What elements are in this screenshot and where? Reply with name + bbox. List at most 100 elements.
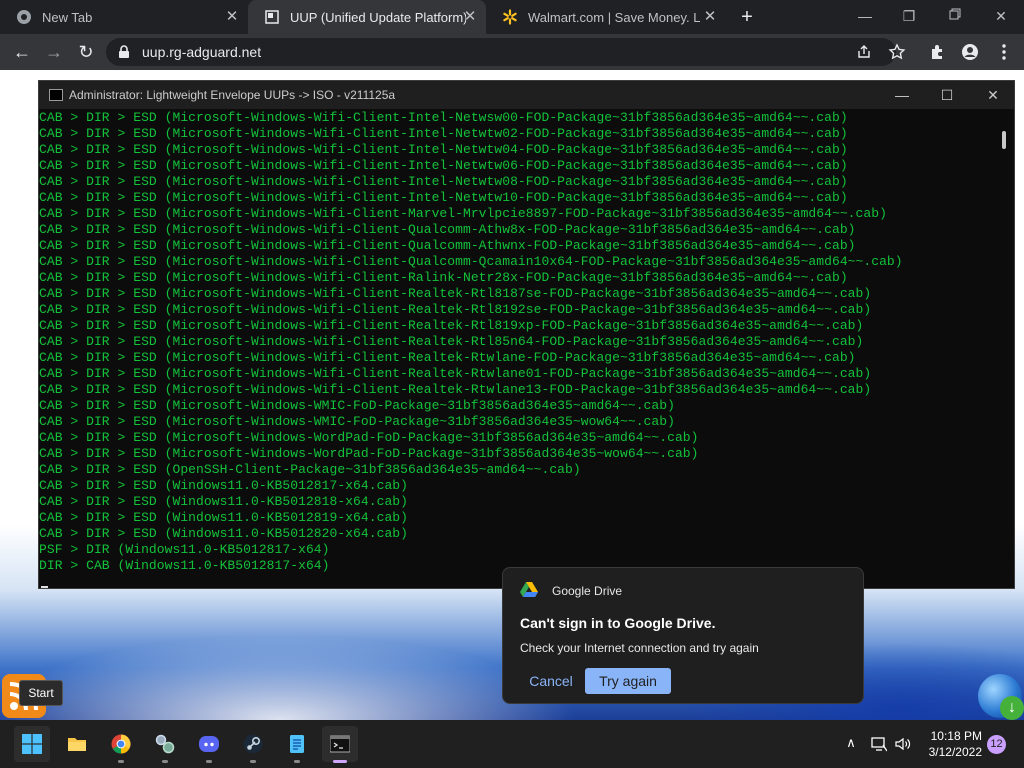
active-indicator	[333, 760, 347, 763]
taskbar-chrome[interactable]	[103, 726, 139, 763]
console-output[interactable]: CAB > DIR > ESD (Microsoft-Windows-Wifi-…	[39, 109, 997, 588]
notification-count-badge[interactable]: 12	[987, 735, 1006, 754]
console-line: CAB > DIR > ESD (Microsoft-Windows-WMIC-…	[39, 398, 675, 413]
network-icon[interactable]	[871, 736, 887, 752]
share-icon[interactable]	[856, 44, 872, 60]
console-minimize-button[interactable]: —	[892, 85, 912, 105]
start-button[interactable]	[14, 726, 50, 762]
console-line: CAB > DIR > ESD (Windows11.0-KB5012819-x…	[39, 510, 409, 525]
try-again-button[interactable]: Try again	[585, 668, 671, 694]
console-window[interactable]: Administrator: Lightweight Envelope UUPs…	[38, 80, 1015, 589]
tab-close-button[interactable]: ✕	[224, 9, 240, 25]
console-lines: CAB > DIR > ESD (Microsoft-Windows-Wifi-…	[39, 109, 997, 574]
globe-download-icon[interactable]: ↓	[978, 674, 1024, 720]
page-icon	[265, 10, 279, 24]
taskbar-terminal[interactable]	[322, 726, 358, 763]
running-indicator	[250, 760, 256, 763]
taskbar-steam[interactable]	[235, 726, 271, 763]
tab-new-tab[interactable]: New Tab ✕	[0, 0, 248, 34]
chrome-icon	[17, 10, 31, 24]
reload-button[interactable]: ↻	[75, 41, 97, 63]
menu-icon[interactable]	[995, 43, 1013, 61]
lock-icon[interactable]	[118, 45, 130, 59]
console-line: CAB > DIR > ESD (Microsoft-Windows-Wifi-…	[39, 366, 872, 381]
console-line: CAB > DIR > ESD (Microsoft-Windows-Wifi-…	[39, 158, 848, 173]
taskbar-app-gears[interactable]	[147, 726, 183, 763]
google-drive-notification[interactable]: Google Drive Can't sign in to Google Dri…	[502, 567, 864, 704]
tab-title: New Tab	[42, 9, 93, 25]
browser-restore-button[interactable]	[944, 6, 966, 26]
notification-app-name: Google Drive	[552, 584, 623, 598]
console-line: CAB > DIR > ESD (Microsoft-Windows-Wifi-…	[39, 302, 872, 317]
console-line: CAB > DIR > ESD (Microsoft-Windows-Wifi-…	[39, 350, 856, 365]
console-line: CAB > DIR > ESD (Microsoft-Windows-Wifi-…	[39, 174, 848, 189]
console-line: CAB > DIR > ESD (Microsoft-Windows-Wifi-…	[39, 334, 864, 349]
tab-close-button[interactable]: ✕	[462, 9, 478, 25]
console-line: CAB > DIR > ESD (Windows11.0-KB5012817-x…	[39, 478, 409, 493]
notification-message: Check your Internet connection and try a…	[520, 641, 759, 655]
gears-icon	[155, 734, 175, 754]
tab-title: Walmart.com | Save Money. Live	[528, 9, 700, 25]
console-line: CAB > DIR > ESD (Microsoft-Windows-Wifi-…	[39, 318, 864, 333]
cancel-button[interactable]: Cancel	[520, 669, 582, 693]
chrome-icon	[111, 734, 131, 754]
restore-icon	[949, 8, 961, 20]
tab-title: UUP (Unified Update Platform) G	[290, 9, 466, 25]
folder-icon	[68, 738, 86, 751]
console-line: CAB > DIR > ESD (Microsoft-Windows-Wifi-…	[39, 382, 872, 397]
console-line: CAB > DIR > ESD (Microsoft-Windows-WordP…	[39, 446, 699, 461]
discord-icon	[199, 736, 219, 752]
windows-logo-icon	[22, 734, 42, 754]
new-tab-button[interactable]: +	[737, 7, 757, 27]
taskbar-notepad[interactable]	[279, 726, 315, 763]
running-indicator	[162, 760, 168, 763]
console-line: CAB > DIR > ESD (Microsoft-Windows-Wifi-…	[39, 110, 848, 125]
console-line: CAB > DIR > ESD (Microsoft-Windows-Wifi-…	[39, 142, 848, 157]
browser-close-button[interactable]: ✕	[990, 6, 1012, 26]
console-maximize-button[interactable]: ☐	[937, 85, 957, 105]
taskbar-file-explorer[interactable]	[59, 726, 95, 762]
tab-uup[interactable]: UUP (Unified Update Platform) G ✕	[248, 0, 486, 34]
back-button[interactable]: ←	[11, 41, 33, 63]
console-title: Administrator: Lightweight Envelope UUPs…	[69, 88, 396, 102]
profile-icon[interactable]	[961, 43, 979, 61]
tab-close-button[interactable]: ✕	[702, 9, 718, 25]
terminal-icon	[330, 735, 350, 753]
taskbar-discord[interactable]	[191, 726, 227, 763]
clock-time[interactable]: 10:18 PM	[930, 729, 982, 743]
console-line: CAB > DIR > ESD (Microsoft-Windows-WordP…	[39, 430, 699, 445]
download-arrow-icon: ↓	[1000, 696, 1024, 720]
notepad-icon	[290, 735, 304, 753]
console-line: CAB > DIR > ESD (Microsoft-Windows-Wifi-…	[39, 254, 903, 269]
console-close-button[interactable]: ✕	[983, 85, 1003, 105]
console-line: CAB > DIR > ESD (OpenSSH-Client-Package~…	[39, 462, 581, 477]
forward-button[interactable]: →	[43, 41, 65, 63]
scrollbar-thumb[interactable]	[1002, 131, 1006, 149]
console-line: CAB > DIR > ESD (Microsoft-Windows-Wifi-…	[39, 222, 856, 237]
browser-toolbar: ← → ↻ uup.rg-adguard.net	[0, 34, 1024, 70]
clock-date[interactable]: 3/12/2022	[916, 745, 982, 759]
console-line: CAB > DIR > ESD (Microsoft-Windows-Wifi-…	[39, 126, 848, 141]
address-bar[interactable]: uup.rg-adguard.net	[106, 38, 906, 66]
extensions-icon[interactable]	[929, 43, 947, 61]
tab-walmart[interactable]: Walmart.com | Save Money. Live ✕	[486, 0, 726, 34]
console-line: CAB > DIR > ESD (Windows11.0-KB5012820-x…	[39, 526, 409, 541]
console-line: CAB > DIR > ESD (Microsoft-Windows-Wifi-…	[39, 270, 848, 285]
cmd-icon	[49, 89, 63, 101]
start-tooltip: Start	[19, 680, 63, 706]
console-scrollbar[interactable]	[998, 109, 1012, 588]
browser-minimize-button[interactable]: —	[854, 6, 876, 26]
console-line: CAB > DIR > ESD (Microsoft-Windows-Wifi-…	[39, 206, 887, 221]
browser-maximize-button[interactable]: ❐	[898, 6, 920, 26]
running-indicator	[294, 760, 300, 763]
tray-overflow-chevron[interactable]: ∧	[843, 735, 859, 751]
console-line: PSF > DIR (Windows11.0-KB5012817-x64)	[39, 542, 330, 557]
console-title-bar[interactable]: Administrator: Lightweight Envelope UUPs…	[39, 81, 1014, 109]
volume-icon[interactable]	[895, 736, 911, 752]
console-line: CAB > DIR > ESD (Microsoft-Windows-WMIC-…	[39, 414, 675, 429]
steam-icon	[243, 734, 263, 754]
console-line: CAB > DIR > ESD (Microsoft-Windows-Wifi-…	[39, 286, 872, 301]
running-indicator	[206, 760, 212, 763]
bookmark-star-icon[interactable]	[888, 43, 906, 61]
walmart-spark-icon	[503, 9, 517, 25]
